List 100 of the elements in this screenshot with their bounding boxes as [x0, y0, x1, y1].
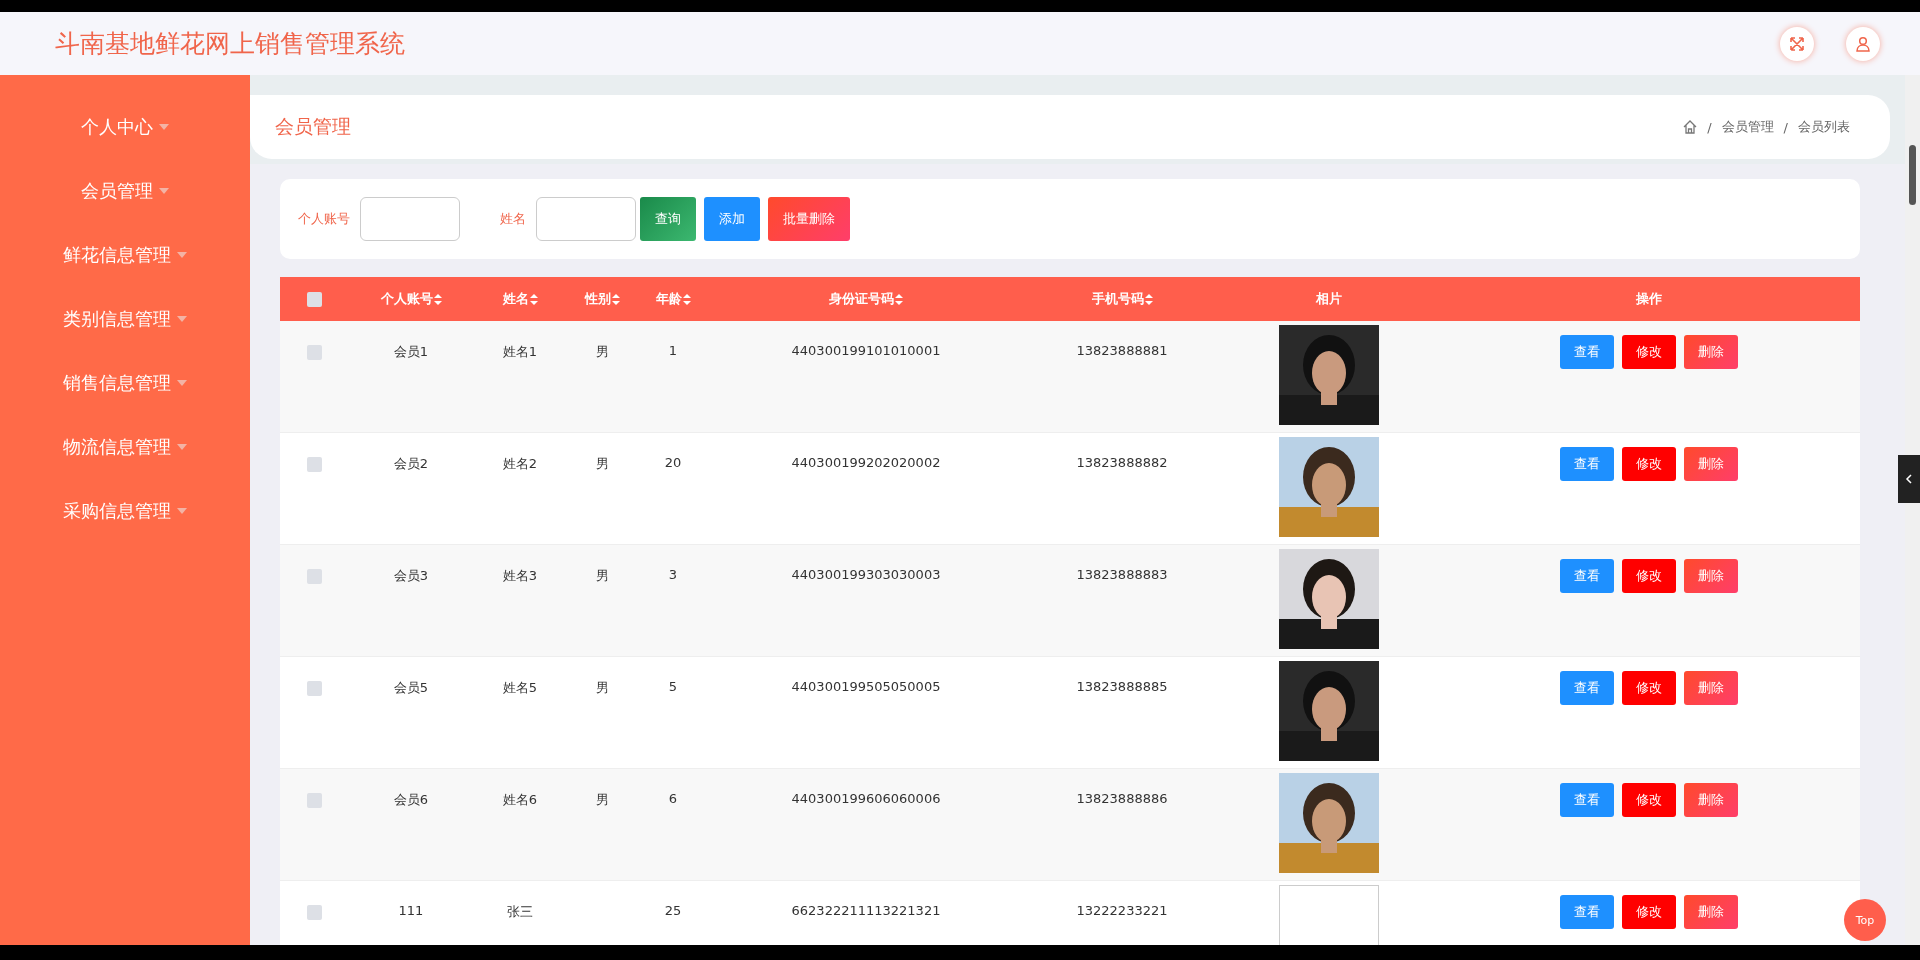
checkbox[interactable] — [306, 345, 322, 360]
sort-icon[interactable] — [682, 293, 691, 305]
sort-icon[interactable] — [895, 293, 903, 305]
column-header: 相片 — [1315, 290, 1343, 308]
caret-icon — [159, 188, 169, 194]
fullscreen-icon[interactable] — [1780, 26, 1814, 61]
edit-button[interactable]: 修改 — [1622, 895, 1676, 929]
column-header[interactable]: 姓名 — [474, 290, 566, 308]
breadcrumb-link[interactable]: 会员列表 — [1798, 118, 1850, 136]
checkbox[interactable] — [306, 681, 322, 696]
sidebar-item[interactable]: 类别信息管理 — [63, 287, 187, 351]
table-cell: 1 — [668, 343, 678, 358]
delete-button[interactable]: 删除 — [1684, 895, 1738, 929]
column-header[interactable]: 个人账号 — [348, 290, 474, 308]
input-field[interactable] — [536, 197, 636, 241]
table-cell: 姓名6 — [502, 791, 538, 809]
caret-icon — [177, 316, 187, 322]
table-cell: 111 — [398, 903, 424, 918]
add-button[interactable]: 添加 — [704, 197, 760, 241]
table-cell: 440300199101010001 — [791, 343, 941, 358]
collapse-tab[interactable] — [1898, 455, 1920, 503]
delete-button[interactable]: 删除 — [1684, 671, 1738, 705]
table-cell: 姓名3 — [502, 567, 538, 585]
delete-button[interactable]: 删除 — [1684, 559, 1738, 593]
search-button[interactable]: 查询 — [640, 197, 696, 241]
sidebar-item[interactable]: 会员管理 — [81, 159, 169, 223]
table-cell: 男 — [595, 679, 609, 697]
caret-icon — [177, 444, 187, 450]
home-icon[interactable] — [1683, 120, 1698, 134]
view-button[interactable]: 查看 — [1560, 783, 1614, 817]
edit-button[interactable]: 修改 — [1622, 559, 1676, 593]
page-title: 会员管理 — [275, 114, 351, 139]
table-cell: 13823888886 — [1076, 791, 1168, 806]
view-button[interactable]: 查看 — [1560, 559, 1614, 593]
table-cell: 13823888883 — [1076, 567, 1168, 582]
table-cell: 13823888885 — [1076, 679, 1168, 694]
user-icon[interactable] — [1846, 26, 1880, 61]
breadcrumb-separator: / — [1707, 119, 1712, 135]
table-cell: 会员6 — [393, 791, 429, 809]
table-cell: 440300199606060006 — [791, 791, 941, 806]
view-button[interactable]: 查看 — [1560, 671, 1614, 705]
table-cell: 姓名2 — [502, 455, 538, 473]
sidebar-item[interactable]: 采购信息管理 — [63, 479, 187, 543]
breadcrumb-separator: / — [1783, 119, 1788, 135]
sort-icon[interactable] — [529, 293, 538, 305]
column-header[interactable]: 手机号码 — [1024, 290, 1220, 308]
checkbox[interactable] — [306, 291, 322, 307]
checkbox[interactable] — [306, 569, 322, 584]
table-cell: 张三 — [507, 903, 533, 921]
table-cell: 男 — [595, 567, 609, 585]
table-cell: 男 — [595, 455, 609, 473]
caret-icon — [177, 380, 187, 386]
edit-button[interactable]: 修改 — [1622, 335, 1676, 369]
delete-button[interactable]: 删除 — [1684, 783, 1738, 817]
table-cell: 男 — [595, 343, 609, 361]
table-cell: 662322211113221321 — [791, 903, 941, 918]
delete-button[interactable]: 删除 — [1684, 447, 1738, 481]
column-header[interactable]: 身份证号码 — [708, 290, 1024, 308]
sidebar-item[interactable]: 鲜花信息管理 — [63, 223, 187, 287]
table-cell: 5 — [668, 679, 678, 694]
scrollbar[interactable] — [1905, 75, 1920, 945]
checkbox[interactable] — [306, 905, 322, 920]
table-cell: 20 — [664, 455, 682, 470]
sort-icon[interactable] — [611, 293, 620, 305]
table-cell: 13823888881 — [1076, 343, 1168, 358]
table-cell: 3 — [668, 567, 678, 582]
caret-icon — [159, 124, 169, 130]
table-cell: 男 — [595, 791, 609, 809]
table-cell: 会员5 — [393, 679, 429, 697]
delete-button[interactable]: 批量删除 — [768, 197, 850, 241]
edit-button[interactable]: 修改 — [1622, 447, 1676, 481]
edit-button[interactable]: 修改 — [1622, 671, 1676, 705]
checkbox[interactable] — [306, 793, 322, 808]
table-cell: 440300199303030003 — [791, 567, 941, 582]
breadcrumb-link[interactable]: 会员管理 — [1721, 118, 1774, 136]
table-cell: 姓名1 — [502, 343, 538, 361]
sidebar-item[interactable]: 个人中心 — [81, 95, 169, 159]
column-header[interactable]: 性别 — [566, 290, 638, 308]
sort-icon[interactable] — [1144, 293, 1153, 305]
view-button[interactable]: 查看 — [1560, 447, 1614, 481]
chevron-left-icon — [1905, 474, 1913, 484]
app-title: 斗南基地鲜花网上销售管理系统 — [55, 28, 405, 60]
input-field[interactable] — [360, 197, 460, 241]
column-header[interactable]: 年龄 — [638, 290, 708, 308]
caret-icon — [177, 508, 187, 514]
table-cell: 13222233221 — [1076, 903, 1168, 918]
view-button[interactable]: 查看 — [1560, 335, 1614, 369]
field-label: 个人账号 — [298, 210, 350, 228]
edit-button[interactable]: 修改 — [1622, 783, 1676, 817]
view-button[interactable]: 查看 — [1560, 895, 1614, 929]
checkbox[interactable] — [306, 457, 322, 472]
table-cell: 440300199505050005 — [791, 679, 941, 694]
delete-button[interactable]: 删除 — [1684, 335, 1738, 369]
field-label: 姓名 — [500, 210, 526, 228]
sort-icon[interactable] — [433, 293, 442, 305]
table-cell: 会员3 — [393, 567, 429, 585]
sidebar-item[interactable]: 销售信息管理 — [63, 351, 187, 415]
table-cell: 25 — [664, 903, 682, 918]
sidebar-item[interactable]: 物流信息管理 — [63, 415, 187, 479]
table-cell: 会员2 — [393, 455, 429, 473]
